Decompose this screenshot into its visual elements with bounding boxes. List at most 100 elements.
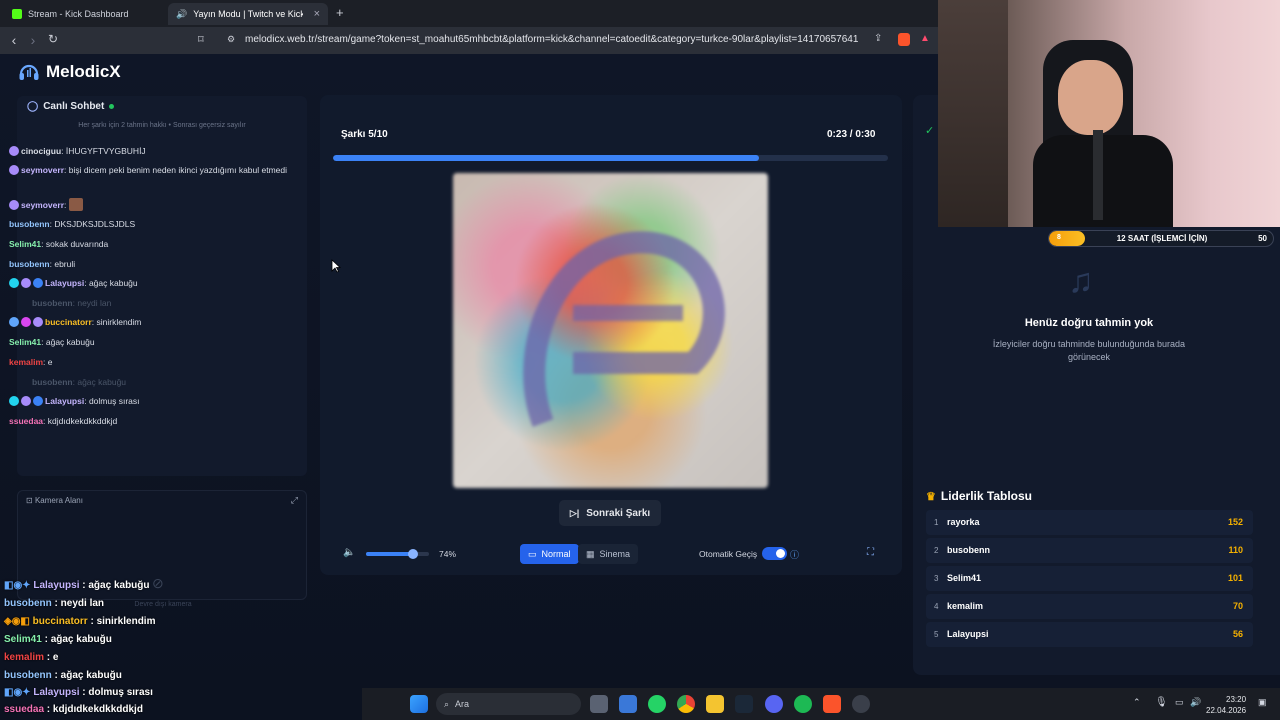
volume-percent: 74% [439, 549, 457, 559]
chat-username[interactable]: Selim41 [9, 239, 41, 249]
heart-badge-icon [33, 317, 43, 327]
chat-username[interactable]: busobenn [32, 298, 73, 308]
reload-icon[interactable]: ↻ [43, 32, 63, 46]
chat-text: neydi lan [77, 298, 112, 308]
chat-header: ◯ Canlı Sohbet [27, 101, 115, 112]
notification-icon[interactable]: ▣ [1258, 697, 1267, 708]
volume-fill [366, 552, 413, 556]
overlay-chat-line: ◈◉◧ buccinatorr : sinirklendim [4, 616, 156, 627]
chat-username[interactable]: seymoverr [21, 200, 64, 210]
streamer-body [1033, 135, 1173, 227]
mic-icon[interactable]: 🎙 [1155, 697, 1168, 708]
heart-badge-icon [21, 278, 31, 288]
camera-title: ⊡ Kamera Alanı [26, 496, 83, 505]
subgoal-label: 12 SAAT (İŞLEMCİ İÇİN) [1116, 234, 1208, 243]
steam-icon[interactable] [735, 695, 753, 713]
gift-badge-icon [9, 278, 19, 288]
chat-text: sokak duvarında [45, 239, 109, 249]
back-icon[interactable]: ‹ [4, 32, 24, 48]
brave-rewards-icon[interactable]: ▲ [920, 33, 930, 44]
chat-username[interactable]: cinociguu [21, 146, 61, 156]
webcam-overlay [938, 0, 1280, 227]
chat-message: Lalayupsi: ağaç kabuğu [9, 278, 289, 289]
url-field[interactable]: melodicx.web.tr/stream/game?token=st_moa… [245, 34, 858, 45]
obs-icon[interactable] [852, 695, 870, 713]
chat-text: DKSJDKSJDLSJDLS [54, 219, 136, 229]
tray-chevron-icon[interactable]: ⌃ [1133, 697, 1141, 708]
chat-message: seymoverr: [9, 198, 289, 211]
taskbar-search[interactable]: ⌕ Ara [436, 693, 581, 715]
windows-start-icon[interactable] [410, 695, 428, 713]
mouse-cursor-icon [331, 259, 341, 273]
film-icon: ▦ [586, 548, 595, 559]
next-song-button[interactable]: ▷| Sonraki Şarkı [559, 500, 661, 526]
taskbar-clock[interactable]: 23:20 22.04.2026 [1206, 694, 1246, 716]
chat-text: İHUGYFTVYGBUHİJ [65, 146, 146, 156]
chat-title: Canlı Sohbet [43, 101, 105, 112]
forward-icon[interactable]: › [23, 32, 43, 48]
fullscreen-icon[interactable]: ⛶ [867, 547, 874, 558]
live-indicator [109, 104, 115, 109]
check-circle-icon: ✓ [925, 125, 935, 137]
chat-message-rejected: busobenn: neydi lan [32, 298, 112, 308]
overlay-chat-line: busobenn : ağaç kabuğu [4, 670, 122, 681]
chat-username[interactable]: busobenn [9, 259, 50, 269]
gift-badge-icon [9, 396, 19, 406]
leaderboard-row: 2 busobenn 110 [926, 538, 1253, 563]
chat-username[interactable]: busobenn [9, 219, 50, 229]
chat-username[interactable]: kemalim [9, 357, 43, 367]
volume-slider[interactable] [366, 549, 429, 559]
empty-state-title: Henüz doğru tahmin yok [1024, 317, 1154, 329]
moderator-badge-icon [21, 317, 31, 327]
progress-bar [333, 155, 888, 161]
store-icon[interactable] [619, 695, 637, 713]
overlay-chat-line: kemalim : e [4, 652, 59, 663]
task-view-icon[interactable] [590, 695, 608, 713]
tab-kick-dashboard[interactable]: Stream - Kick Dashboard [4, 3, 166, 25]
share-icon[interactable]: ⇪ [874, 33, 882, 44]
brave-icon[interactable] [823, 695, 841, 713]
brave-shield-icon[interactable] [898, 33, 910, 46]
sound-icon[interactable]: 🔊 [1190, 697, 1201, 708]
app-name: MelodicX [46, 62, 121, 81]
album-art-blurred [453, 173, 768, 488]
tab-label: Yayın Modu | Twitch ve Kick iç [193, 9, 304, 19]
network-icon[interactable]: ▭ [1175, 697, 1184, 708]
chat-username[interactable]: buccinatorr [45, 317, 92, 327]
site-settings-icon[interactable]: ⚙ [227, 34, 235, 45]
chat-username[interactable]: Selim41 [9, 337, 41, 347]
chat-username[interactable]: seymoverr [21, 165, 64, 175]
app-logo[interactable]: MelodicX [18, 62, 121, 82]
tab-melodicx[interactable]: 🔊 Yayın Modu | Twitch ve Kick iç × [168, 3, 328, 25]
chat-username[interactable]: Lalayupsi [45, 396, 84, 406]
discord-icon[interactable] [765, 695, 783, 713]
chat-username[interactable]: Lalayupsi [45, 278, 84, 288]
volume-icon[interactable]: 🔈 [343, 547, 355, 558]
chat-username[interactable]: ssuedaa [9, 416, 43, 426]
bookmark-icon[interactable]: ⌑ [198, 33, 204, 46]
new-tab-icon[interactable]: + [336, 5, 344, 20]
chrome-icon[interactable] [677, 695, 695, 713]
chat-text: ağaç kabuğu [45, 337, 95, 347]
mode-normal-button[interactable]: ▭ Normal [520, 544, 579, 564]
verified-badge-icon [33, 278, 43, 288]
volume-knob[interactable] [407, 549, 418, 559]
subgoal-bar: 8 12 SAAT (İŞLEMCİ İÇİN) 50 [1048, 230, 1274, 247]
chat-message-rejected: busobenn: ağaç kabuğu [32, 377, 127, 387]
close-icon[interactable]: × [314, 8, 320, 20]
album-logo [523, 231, 725, 427]
chat-message: Selim41: ağaç kabuğu [9, 337, 95, 347]
expand-icon[interactable]: ⤢ [291, 495, 298, 506]
auto-advance-toggle[interactable] [762, 547, 787, 560]
info-icon[interactable]: ⓘ [790, 548, 799, 561]
chat-message: seymoverr: bişi dicem peki benim neden i… [9, 165, 289, 176]
microphone [1093, 130, 1103, 220]
mode-cinema-button[interactable]: ▦ Sinema [578, 544, 639, 564]
whatsapp-icon[interactable] [648, 695, 666, 713]
chat-text: ağaç kabuğu [77, 377, 127, 387]
spotify-icon[interactable] [794, 695, 812, 713]
chat-message: cinociguu: İHUGYFTVYGBUHİJ [9, 146, 289, 157]
file-explorer-icon[interactable] [706, 695, 724, 713]
chat-text: sinirklendim [96, 317, 142, 327]
chat-username[interactable]: busobenn [32, 377, 73, 387]
